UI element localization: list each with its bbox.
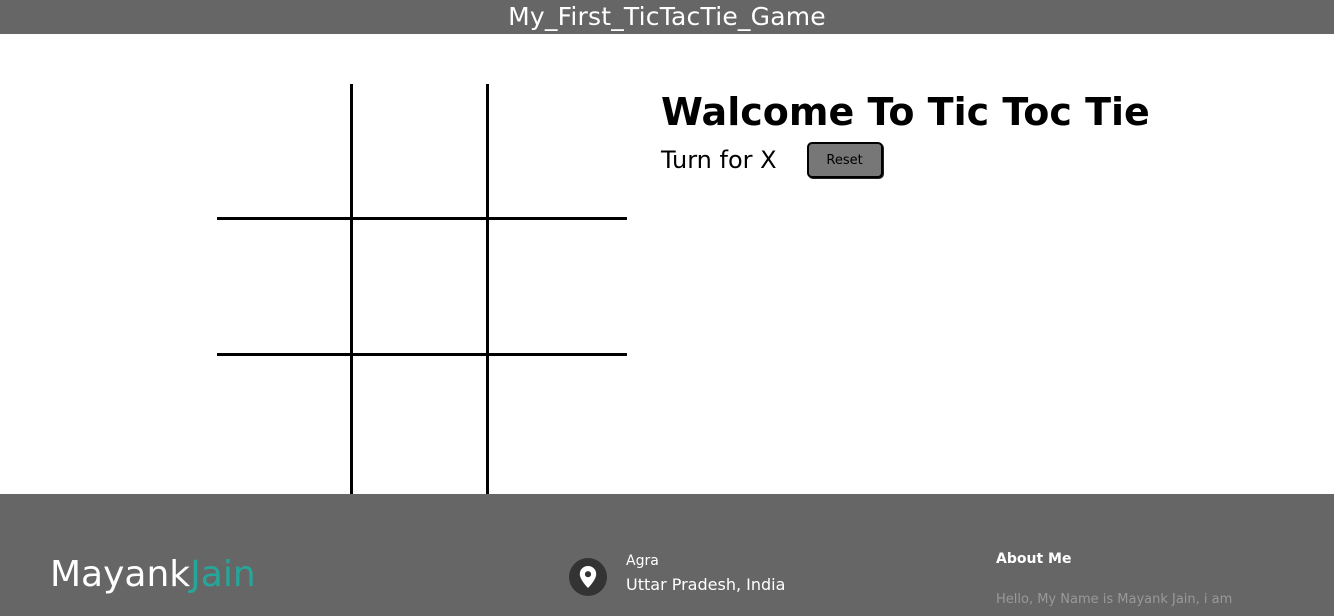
board-cell[interactable] (353, 220, 489, 356)
board-cell[interactable] (489, 356, 627, 494)
welcome-heading: Walcome To Tic Toc Tie (661, 90, 1150, 134)
board-cell[interactable] (217, 356, 353, 494)
map-pin-icon (569, 558, 607, 596)
about-text: Hello, My Name is Mayank Jain, i am (996, 592, 1233, 607)
board-cell[interactable] (353, 84, 489, 220)
brand-first-name: Mayank (50, 554, 191, 595)
board-cell[interactable] (217, 84, 353, 220)
footer: MayankJain Agra Uttar Pradesh, India Abo… (0, 494, 1334, 616)
board-cell[interactable] (489, 84, 627, 220)
game-board (217, 84, 627, 494)
board-cell[interactable] (489, 220, 627, 356)
turn-indicator: Turn for X (661, 146, 777, 174)
map-pin-glyph (579, 566, 597, 588)
location-region: Uttar Pradesh, India (626, 575, 786, 594)
footer-location: Agra Uttar Pradesh, India (569, 553, 785, 597)
game-info: Walcome To Tic Toc Tie Turn for X Reset (661, 88, 1150, 178)
location-city: Agra (626, 553, 659, 569)
app-title: My_First_TicTacTie_Game (508, 2, 826, 31)
board-cell[interactable] (217, 220, 353, 356)
navbar: My_First_TicTacTie_Game (0, 0, 1334, 34)
turn-row: Turn for X Reset (661, 142, 1150, 178)
about-section: About Me Hello, My Name is Mayank Jain, … (996, 550, 1256, 609)
footer-brand: MayankJain (50, 553, 256, 597)
brand-last-name: Jain (190, 554, 256, 595)
reset-button[interactable]: Reset (806, 142, 883, 178)
board-cell[interactable] (353, 356, 489, 494)
about-title: About Me (996, 551, 1072, 567)
location-text: Agra Uttar Pradesh, India (626, 552, 785, 597)
